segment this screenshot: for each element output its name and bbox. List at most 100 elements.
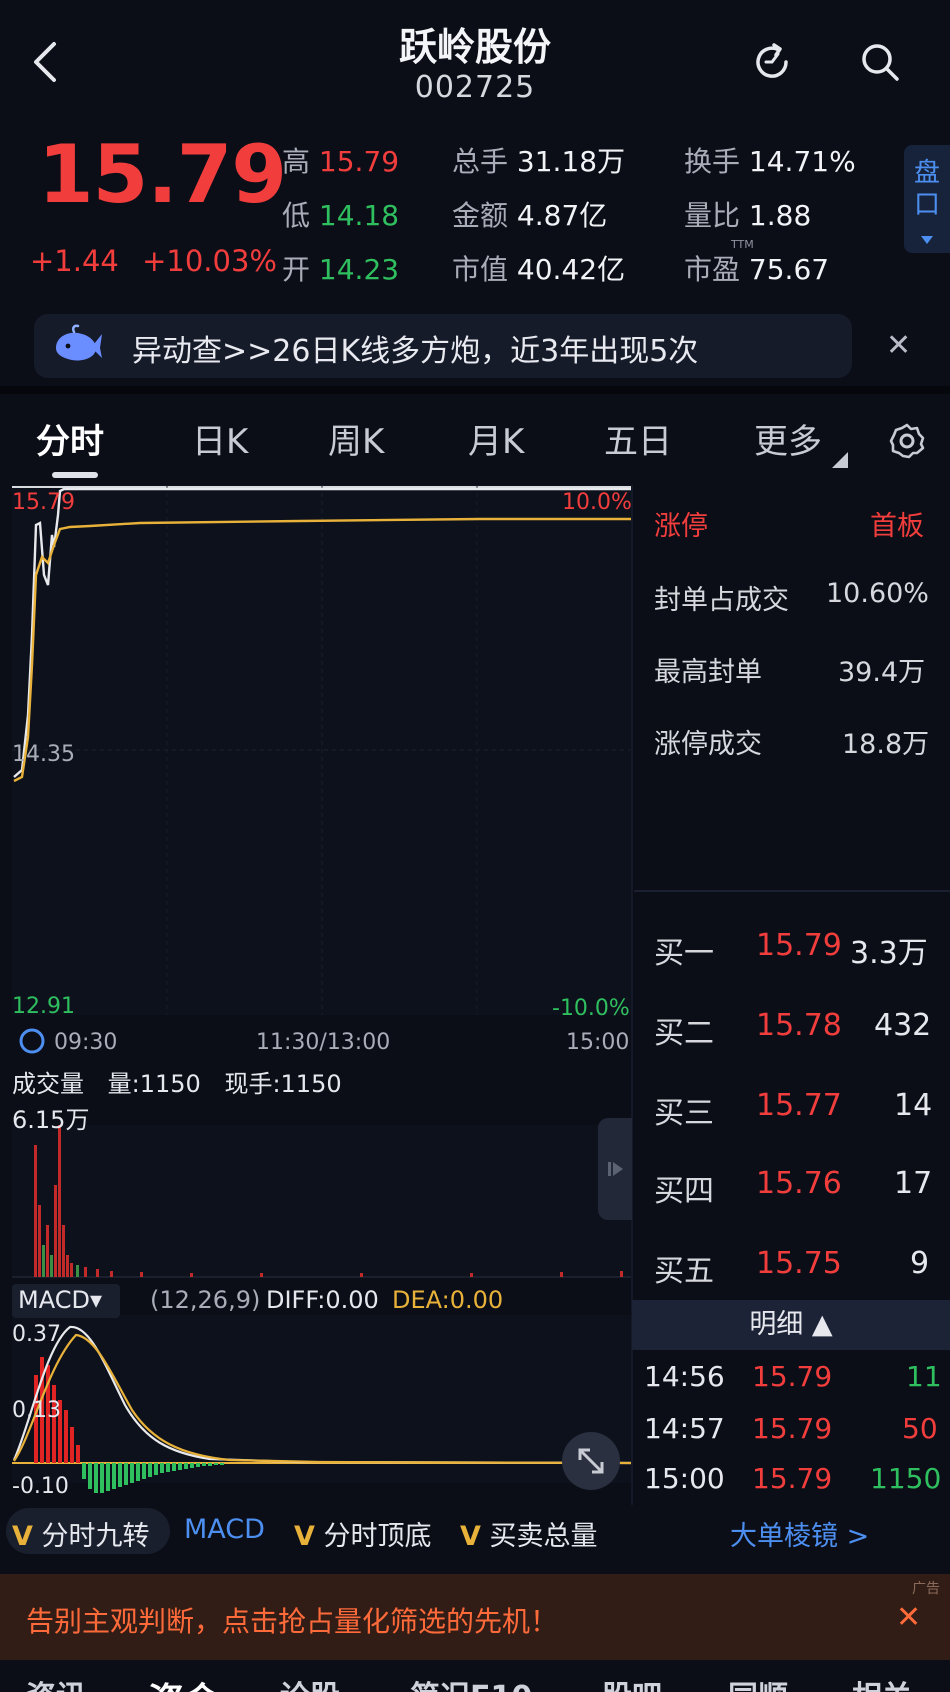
nav-item-funds[interactable]: 资金	[148, 1672, 220, 1692]
limit-row-label: 最高封单	[654, 657, 762, 688]
ad-text[interactable]: 告别主观判断，点击抢占量化筛选的先机！	[26, 1600, 558, 1640]
detail-time: 14:57	[644, 1412, 725, 1445]
order-book-label: 买五	[654, 1254, 714, 1289]
limit-up-title: 涨停	[654, 511, 708, 542]
volume-max: 6.15万	[12, 1106, 90, 1134]
chart-price-low: 12.91	[12, 994, 75, 1019]
macd-diff: DIFF:0.00	[266, 1286, 379, 1314]
section-divider	[0, 386, 950, 394]
change-value: +1.44	[30, 244, 119, 278]
limit-up-tag: 首板	[870, 511, 924, 542]
macd-dea: DEA:0.00	[392, 1286, 504, 1314]
clock-icon[interactable]	[19, 1028, 45, 1054]
close-icon[interactable]: ✕	[886, 328, 911, 363]
ad-close-icon[interactable]: ✕	[896, 1600, 921, 1635]
stat-low: 低 14.18	[282, 199, 400, 232]
tab-daily-k[interactable]: 日K	[192, 414, 248, 463]
stat-open: 开 14.23	[282, 253, 400, 286]
stock-code: 002725	[414, 70, 536, 105]
big-order-link[interactable]: 大单棱镜 >	[730, 1514, 869, 1553]
caret-up-icon: ▲	[811, 1309, 833, 1340]
chart-pct-low: -10.0%	[552, 996, 630, 1021]
stat-turnover: 换手 14.71%	[684, 145, 856, 178]
pankou-label: 盘口	[914, 158, 941, 220]
change-percent: +10.03%	[142, 244, 277, 278]
search-icon[interactable]	[856, 38, 904, 86]
order-book-qty: 14	[894, 1088, 933, 1123]
tab-weekly-k[interactable]: 周K	[328, 414, 384, 463]
order-book-label: 买二	[654, 1016, 714, 1051]
detail-qty: 50	[902, 1412, 938, 1445]
detail-price: 15.79	[752, 1360, 833, 1393]
nav-item-f10[interactable]: 简况F10	[410, 1672, 532, 1692]
order-book-qty: 17	[894, 1166, 933, 1201]
macd-chart-bg	[12, 1315, 632, 1483]
order-book-qty: 3.3万	[850, 936, 928, 971]
fullscreen-button[interactable]	[562, 1432, 620, 1490]
limit-row-label: 涨停成交	[654, 729, 762, 760]
corner-triangle-icon	[832, 452, 848, 468]
nav-item-news[interactable]: 资讯	[26, 1672, 86, 1692]
ad-tag: 广告	[912, 1581, 940, 1597]
nav-item-related[interactable]: 相关	[852, 1672, 912, 1692]
volume-chart-bg	[12, 1125, 632, 1277]
collapse-panel-button[interactable]	[598, 1118, 632, 1220]
caret-down-icon	[921, 236, 933, 244]
macd-top: 0.37	[12, 1322, 61, 1347]
ttm-tag: TTM	[731, 238, 754, 251]
detail-qty: 11	[906, 1360, 942, 1393]
price-change: +1.44 +10.03%	[30, 244, 277, 278]
macd-params: (12,26,9)	[150, 1286, 261, 1314]
limit-row-value: 39.4万	[838, 657, 926, 688]
order-book-qty: 432	[874, 1008, 932, 1043]
intraday-chart[interactable]	[0, 485, 950, 1505]
active-tab-indicator	[52, 472, 98, 478]
tool-top-bottom[interactable]: V 分时顶底	[294, 1514, 432, 1553]
chart-price-high: 15.79	[12, 490, 75, 515]
alert-text[interactable]: 异动查>>26日K线多方炮，近3年出现5次	[132, 326, 698, 370]
order-book-price: 15.76	[756, 1166, 842, 1201]
refresh-icon[interactable]	[748, 38, 796, 86]
time-start: 09:30	[54, 1030, 118, 1055]
time-end: 15:00	[566, 1030, 630, 1055]
nav-item-discuss[interactable]: 论股	[280, 1672, 340, 1692]
nav-item-tonghuashun[interactable]: 同顺	[728, 1672, 788, 1692]
stat-pe: 市盈 75.67	[684, 253, 830, 286]
settings-icon[interactable]	[888, 422, 926, 460]
pankou-button[interactable]: 盘口	[904, 145, 950, 253]
volume-hand: 现手:1150	[224, 1070, 342, 1098]
tab-monthly-k[interactable]: 月K	[468, 414, 524, 463]
details-header[interactable]: 明细 ▲	[632, 1300, 950, 1350]
order-book-price: 15.75	[756, 1246, 842, 1281]
limit-row-label: 封单占成交	[654, 585, 789, 616]
stat-market-cap: 市值 40.42亿	[452, 253, 626, 286]
macd-selector-label[interactable]: MACD▾	[18, 1286, 102, 1314]
macd-mid: 0.13	[12, 1398, 61, 1423]
last-price: 15.79	[38, 128, 287, 221]
tool-nine-turn[interactable]: V 分时九转	[12, 1514, 150, 1553]
order-book-price: 15.78	[756, 1008, 842, 1043]
time-mid: 11:30/13:00	[256, 1030, 391, 1055]
tool-total-volume[interactable]: V 买卖总量	[460, 1514, 598, 1553]
volume-header: 成交量 量:1150 现手:1150	[12, 1064, 342, 1099]
order-book-price: 15.77	[756, 1088, 842, 1123]
stock-name: 跃岭股份	[398, 25, 551, 69]
stat-high: 高 15.79	[282, 145, 400, 178]
tab-five-day[interactable]: 五日	[604, 414, 672, 463]
volume-amount: 量:1150	[107, 1070, 201, 1098]
tool-macd[interactable]: MACD	[184, 1514, 265, 1545]
stat-volume-ratio: 量比 1.88	[684, 199, 812, 232]
detail-qty: 1150	[870, 1462, 942, 1495]
order-book-label: 买三	[654, 1096, 714, 1131]
tab-intraday[interactable]: 分时	[36, 414, 104, 463]
nav-item-forum[interactable]: 股吧	[602, 1672, 662, 1692]
chart-pct-high: 10.0%	[562, 490, 632, 515]
chart-price-mid: 14.35	[12, 742, 75, 767]
limit-row-value: 10.60%	[826, 578, 929, 609]
order-book-label: 买四	[654, 1174, 714, 1209]
expand-arrow-icon	[608, 1162, 623, 1176]
whale-icon	[56, 324, 102, 361]
volume-title: 成交量	[12, 1070, 84, 1098]
tab-more[interactable]: 更多	[754, 414, 822, 463]
stat-volume: 总手 31.18万	[452, 145, 626, 178]
